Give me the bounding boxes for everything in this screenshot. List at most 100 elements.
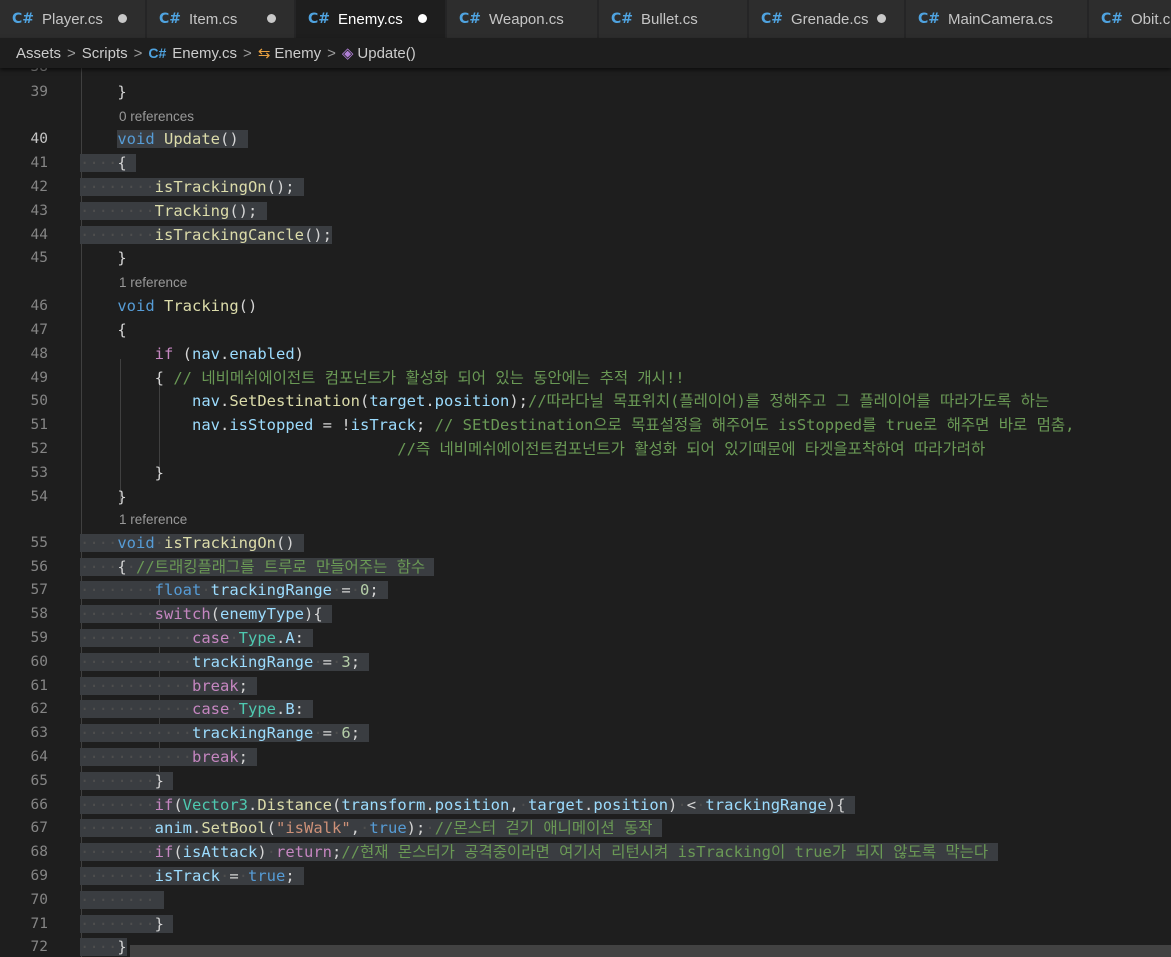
code-line: 64 ············break; xyxy=(0,746,1171,770)
line-number: 43 xyxy=(30,203,48,219)
code-text: ············break; xyxy=(80,677,258,695)
code-line: 58 ········switch(enemyType){ xyxy=(0,603,1171,627)
keyword: true xyxy=(248,867,286,885)
keyword: float xyxy=(154,581,202,599)
breadcrumb-assets[interactable]: Assets xyxy=(16,45,61,62)
number: 0 xyxy=(360,581,370,599)
variable: nav xyxy=(191,392,220,410)
comment: //따라다닐 목표위치(플레이어)를 정해주고 그 플레이어를 따라가도록 하는 xyxy=(528,392,1050,410)
tab-maincamera-cs[interactable]: C# MainCamera.cs xyxy=(906,0,1088,38)
comment: //몬스터 걷기 애니메이션 동작 xyxy=(434,819,653,837)
code-line: 48 if (nav.enabled) xyxy=(0,343,1171,367)
code-text: void Update() xyxy=(80,128,249,152)
code-line: 42 ········isTrackingOn(); xyxy=(0,176,1171,200)
code-line: 70 ········ xyxy=(0,889,1171,913)
code-text: ····} xyxy=(80,938,127,956)
unsaved-dot-icon[interactable] xyxy=(118,14,127,23)
property: position xyxy=(434,796,510,814)
code-line: 45 } xyxy=(0,247,1171,271)
tab-bullet-cs[interactable]: C# Bullet.cs xyxy=(599,0,748,38)
code-text: ········} xyxy=(80,770,174,794)
tab-player-cs[interactable]: C# Player.cs xyxy=(0,0,146,38)
method-call: SetDestination xyxy=(229,392,360,410)
punctuation: (); xyxy=(229,202,258,220)
brace: } xyxy=(154,772,164,790)
editor-tab-bar: C# Player.cs C# Item.cs C# Enemy.cs C# Weapon.c… xyxy=(0,0,1171,38)
variable: target xyxy=(369,392,426,410)
code-text: ············case·Type.A: xyxy=(80,629,314,647)
tab-weapon-cs[interactable]: C# Weapon.cs xyxy=(447,0,598,38)
line-number: 41 xyxy=(30,155,48,171)
tab-enemy-cs[interactable]: C# Enemy.cs xyxy=(296,0,446,38)
code-line: 51 nav.isStopped = !isTrack; // SEtDesti… xyxy=(0,414,1171,438)
breadcrumb-method[interactable]: Update() xyxy=(357,45,415,62)
code-line: 56 ····{·//트래킹플래그를 트루로 만들어주는 함수 xyxy=(0,556,1171,580)
breadcrumb-scripts[interactable]: Scripts xyxy=(82,45,128,62)
csharp-icon: C# xyxy=(148,45,167,61)
keyword: if xyxy=(154,843,174,861)
code-line: 44 ········isTrackingCancle(); xyxy=(0,224,1171,248)
code-line: 47 { xyxy=(0,319,1171,343)
tab-label: Item.cs xyxy=(189,10,238,28)
unsaved-dot-icon[interactable] xyxy=(877,14,886,23)
code-line: 60 ············trackingRange·=·3; xyxy=(0,651,1171,675)
type-name: Type xyxy=(238,629,276,647)
line-number: 69 xyxy=(30,868,48,884)
code-line: 53 } xyxy=(0,462,1171,486)
code-editor[interactable]: 38 39 } 0 references 40 void Update() 41… xyxy=(0,68,1171,957)
line-number: 46 xyxy=(30,298,48,314)
line-number: 51 xyxy=(30,417,48,433)
line-number: 48 xyxy=(30,346,48,362)
line-number: 53 xyxy=(30,465,48,481)
csharp-icon: C# xyxy=(761,11,784,27)
punctuation: () xyxy=(275,534,295,552)
codelens-references[interactable]: 0 references xyxy=(119,105,194,129)
code-line: 69 ········isTrack·=·true; xyxy=(0,865,1171,889)
property: isStopped xyxy=(229,416,314,434)
codelens-references[interactable]: 1 reference xyxy=(119,508,187,532)
unsaved-dot-icon[interactable] xyxy=(267,14,276,23)
code-line: 68 ········if(isAttack)·return;//현재 몬스터가… xyxy=(0,841,1171,865)
code-text: ············case·Type.B: xyxy=(80,700,314,718)
type-name: Vector3 xyxy=(182,796,248,814)
code-text: } xyxy=(80,247,126,271)
code-line: 41 ····{ xyxy=(0,152,1171,176)
horizontal-scrollbar[interactable] xyxy=(130,945,1171,957)
line-number: 57 xyxy=(30,582,48,598)
code-line: 40 void Update() xyxy=(0,128,1171,152)
breadcrumb-class[interactable]: Enemy xyxy=(274,45,321,62)
keyword: true xyxy=(369,819,407,837)
code-text: ········isTrackingCancle(); xyxy=(80,226,332,244)
code-line: 62 ············case·Type.B: xyxy=(0,698,1171,722)
code-line: 54 } xyxy=(0,486,1171,510)
code-text: //즉 네비메쉬에이전트컴포넌트가 활성화 되어 있기때문에 타겟을포착하여 따… xyxy=(80,438,985,462)
codelens-references[interactable]: 1 reference xyxy=(119,271,187,295)
code-text: ············break; xyxy=(80,748,258,766)
tab-grenade-cs[interactable]: C# Grenade.cs xyxy=(749,0,905,38)
unsaved-dot-icon[interactable] xyxy=(418,14,427,23)
code-line: 61 ············break; xyxy=(0,675,1171,699)
code-text: ········if(Vector3.Distance(transform.po… xyxy=(80,796,855,814)
property: enabled xyxy=(229,345,295,363)
method-call: SetBool xyxy=(201,819,267,837)
csharp-icon: C# xyxy=(159,11,182,27)
breadcrumb-file[interactable]: Enemy.cs xyxy=(172,45,237,62)
code-text: ····void·isTrackingOn() xyxy=(80,532,304,556)
line-number: 49 xyxy=(30,370,48,386)
code-line: 71 ········} xyxy=(0,913,1171,937)
method-name: Tracking xyxy=(164,297,239,315)
code-text: nav.isStopped = !isTrack; // SEtDestinat… xyxy=(191,416,1075,434)
code-line: 46 void Tracking() xyxy=(0,295,1171,319)
code-line: 38 xyxy=(0,68,1171,80)
line-number: 63 xyxy=(30,725,48,741)
punctuation: (); xyxy=(303,226,332,244)
code-text: ············trackingRange·=·6; xyxy=(80,724,370,742)
brace: } xyxy=(154,915,164,933)
tab-obit-c[interactable]: C# Obit.c xyxy=(1089,0,1171,38)
code-text: ········isTrackingOn(); xyxy=(80,176,304,200)
comment: //현재 몬스터가 공격중이라면 여기서 리턴시켜 isTracking이 tr… xyxy=(341,843,989,861)
tab-item-cs[interactable]: C# Item.cs xyxy=(147,0,295,38)
tab-label: Player.cs xyxy=(42,10,103,28)
code-text: ········Tracking(); xyxy=(80,200,267,224)
comment: // SEtDestination으로 목표설정을 해주어도 isStopped… xyxy=(434,416,1075,434)
